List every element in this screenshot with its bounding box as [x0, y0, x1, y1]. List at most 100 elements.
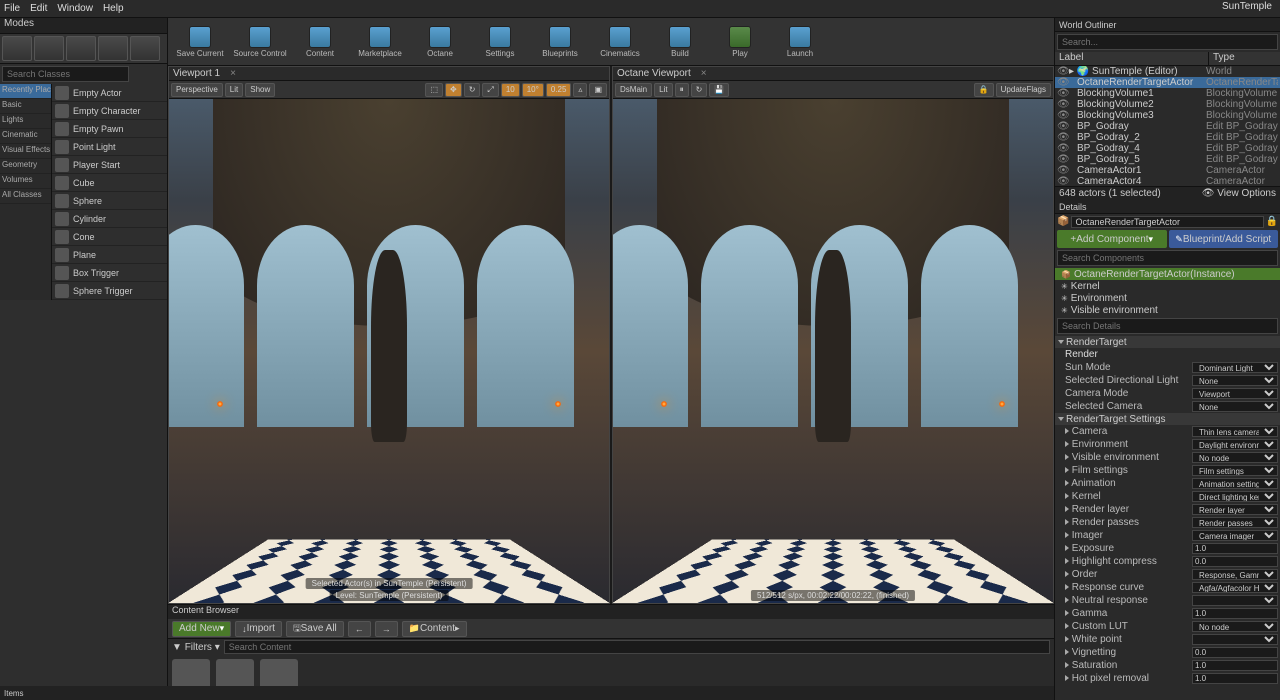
- filters-button[interactable]: ▼ Filters ▾: [172, 642, 220, 653]
- toolbar-marketplace[interactable]: Marketplace: [352, 20, 408, 63]
- lock-icon[interactable]: 🔒: [1266, 216, 1278, 228]
- prop-select[interactable]: Response, Gamma, LUT: [1192, 569, 1278, 580]
- camera-speed[interactable]: ▵: [573, 83, 587, 97]
- category-item[interactable]: Basic: [0, 99, 51, 114]
- outliner-row[interactable]: 👁CameraActor4CameraActor: [1055, 176, 1280, 186]
- viewport-tab[interactable]: Viewport 1×: [169, 67, 609, 81]
- prop-input[interactable]: [1192, 556, 1278, 567]
- menu-file[interactable]: File: [4, 3, 20, 14]
- octane-dsmain[interactable]: DsMain: [615, 83, 652, 97]
- prop-select[interactable]: No node: [1192, 452, 1278, 463]
- toolbar-launch[interactable]: Launch: [772, 20, 828, 63]
- mode-geometry-icon[interactable]: [130, 36, 160, 61]
- octane-canvas[interactable]: 512/512 s/px, 00:02:22/00:02:22, (finish…: [613, 99, 1053, 603]
- prop-input[interactable]: [1192, 543, 1278, 554]
- add-new-button[interactable]: Add New ▾: [172, 621, 231, 637]
- prop-select[interactable]: Render layer: [1192, 504, 1278, 515]
- mode-paint-icon[interactable]: [34, 36, 64, 61]
- viewport-maximize-icon[interactable]: ▣: [589, 83, 607, 97]
- details-search-input[interactable]: [1057, 318, 1278, 334]
- path-fwd-icon[interactable]: →: [375, 621, 398, 637]
- category-item[interactable]: Visual Effects: [0, 144, 51, 159]
- place-actor-item[interactable]: Plane: [52, 246, 167, 264]
- place-actor-item[interactable]: Sphere Trigger: [52, 282, 167, 300]
- snap-grid[interactable]: 10: [501, 83, 520, 97]
- component-environment[interactable]: ✳ Environment: [1055, 292, 1280, 304]
- place-actor-item[interactable]: Player Start: [52, 156, 167, 174]
- place-actor-item[interactable]: Cone: [52, 228, 167, 246]
- outliner-row[interactable]: 👁BP_GodrayEdit BP_Godray: [1055, 121, 1280, 132]
- place-actor-item[interactable]: Empty Character: [52, 102, 167, 120]
- snap-angle[interactable]: 10°: [522, 83, 544, 97]
- menu-edit[interactable]: Edit: [30, 3, 47, 14]
- component-root[interactable]: 📦 OctaneRenderTargetActor(Instance): [1055, 268, 1280, 280]
- octane-tab[interactable]: Octane Viewport×: [613, 67, 1053, 81]
- add-component-button[interactable]: +Add Component ▾: [1057, 230, 1167, 248]
- outliner-row[interactable]: 👁BP_Godray_2Edit BP_Godray: [1055, 132, 1280, 143]
- gizmo-select-icon[interactable]: ⬚: [425, 83, 443, 97]
- gizmo-rotate-icon[interactable]: ↻: [464, 83, 481, 97]
- component-kernel[interactable]: ✳ Kernel: [1055, 280, 1280, 292]
- toolbar-build[interactable]: Build: [652, 20, 708, 63]
- octane-lock-icon[interactable]: 🔒: [974, 83, 994, 97]
- prop-select[interactable]: Animation settings: [1192, 478, 1278, 489]
- outliner-row[interactable]: 👁BlockingVolume3BlockingVolume: [1055, 110, 1280, 121]
- gizmo-move-icon[interactable]: ✥: [445, 83, 462, 97]
- content-search-input[interactable]: [224, 640, 1050, 654]
- viewmode-lit[interactable]: Lit: [225, 83, 243, 97]
- blueprint-button[interactable]: ✎ Blueprint/Add Script: [1169, 230, 1279, 248]
- category-item[interactable]: All Classes: [0, 189, 51, 204]
- toolbar-play[interactable]: Play: [712, 20, 768, 63]
- place-actor-item[interactable]: Sphere: [52, 192, 167, 210]
- category-item[interactable]: Cinematic: [0, 129, 51, 144]
- outliner-row[interactable]: 👁BlockingVolume1BlockingVolume: [1055, 88, 1280, 99]
- outliner-row[interactable]: 👁OctaneRenderTargetActorOctaneRenderTarg…: [1055, 77, 1280, 88]
- breadcrumb-content[interactable]: 📁 Content ▸: [402, 621, 467, 637]
- section-rendertarget[interactable]: RenderTarget: [1055, 336, 1280, 348]
- octane-pause-icon[interactable]: ⏸: [675, 83, 689, 97]
- toolbar-blueprints[interactable]: Blueprints: [532, 20, 588, 63]
- viewmode-perspective[interactable]: Perspective: [171, 83, 223, 97]
- category-item[interactable]: Recently Placed: [0, 84, 51, 99]
- prop-input[interactable]: [1192, 660, 1278, 671]
- prop-select[interactable]: Thin lens camera: [1192, 426, 1278, 437]
- section-rendertarget-settings[interactable]: RenderTarget Settings: [1055, 413, 1280, 425]
- outliner-search-input[interactable]: [1057, 34, 1278, 50]
- prop-select[interactable]: [1192, 595, 1278, 606]
- render-button[interactable]: Render: [1057, 349, 1278, 360]
- prop-select[interactable]: Direct lighting kernel: [1192, 491, 1278, 502]
- prop-select[interactable]: Render passes: [1192, 517, 1278, 528]
- outliner-world-root[interactable]: 👁▸ 🌍 SunTemple (Editor)World: [1055, 66, 1280, 77]
- prop-select[interactable]: Dominant Light: [1192, 362, 1278, 373]
- outliner-row[interactable]: 👁BP_Godray_5Edit BP_Godray: [1055, 154, 1280, 165]
- close-icon[interactable]: ×: [230, 68, 236, 79]
- prop-select[interactable]: [1192, 634, 1278, 645]
- toolbar-cinematics[interactable]: Cinematics: [592, 20, 648, 63]
- outliner-row[interactable]: 👁CameraActor1CameraActor: [1055, 165, 1280, 176]
- octane-save-icon[interactable]: 💾: [709, 83, 729, 97]
- save-all-button[interactable]: 🖫 Save All: [286, 621, 344, 637]
- prop-input[interactable]: [1192, 608, 1278, 619]
- mode-landscape-icon[interactable]: [66, 36, 96, 61]
- gizmo-scale-icon[interactable]: ⤢: [482, 83, 498, 97]
- snap-scale[interactable]: 0.25: [546, 83, 572, 97]
- prop-select[interactable]: Agfa/Agfacolor HDC 100 plusCD: [1192, 582, 1278, 593]
- prop-select[interactable]: Viewport: [1192, 388, 1278, 399]
- prop-select[interactable]: Film settings: [1192, 465, 1278, 476]
- category-item[interactable]: Volumes: [0, 174, 51, 189]
- place-actor-item[interactable]: Empty Actor: [52, 84, 167, 102]
- component-visible-env[interactable]: ✳ Visible environment: [1055, 304, 1280, 316]
- menu-window[interactable]: Window: [57, 3, 93, 14]
- modes-search-input[interactable]: [2, 66, 129, 82]
- mode-foliage-icon[interactable]: [98, 36, 128, 61]
- components-search-input[interactable]: [1057, 250, 1278, 266]
- toolbar-octane[interactable]: Octane: [412, 20, 468, 63]
- viewmode-show[interactable]: Show: [245, 83, 275, 97]
- category-item[interactable]: Geometry: [0, 159, 51, 174]
- mode-place-icon[interactable]: [2, 36, 32, 61]
- prop-input[interactable]: [1192, 673, 1278, 684]
- place-actor-item[interactable]: Point Light: [52, 138, 167, 156]
- actor-name-input[interactable]: [1071, 216, 1263, 228]
- menu-help[interactable]: Help: [103, 3, 124, 14]
- prop-select[interactable]: No node: [1192, 621, 1278, 632]
